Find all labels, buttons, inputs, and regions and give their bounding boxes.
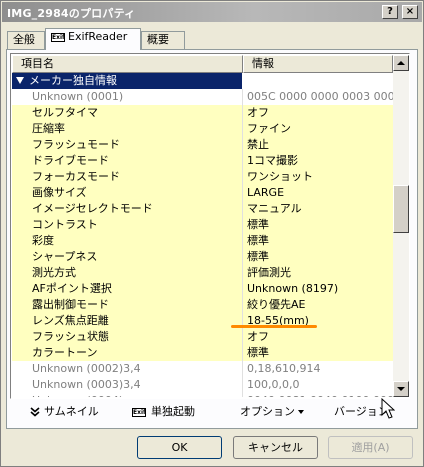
row-item-value: 100,0,0,0 <box>242 377 393 393</box>
table-row[interactable]: フラッシュモード 禁止 <box>12 137 393 153</box>
table-row[interactable]: Unknown (0004)0040 0081 0040 0100 0000 <box>12 393 393 397</box>
table-row[interactable]: フォーカスモード ワンショット <box>12 169 393 185</box>
ok-button[interactable]: OK <box>137 436 222 459</box>
row-item-name: フラッシュ状態 <box>32 330 109 343</box>
vertical-scrollbar[interactable] <box>393 55 409 397</box>
row-item-name: 画像サイズ <box>32 186 87 199</box>
exif-list[interactable]: 項目名 情報 メーカー独自情報 Unknown (0001) 005C 0000 … <box>10 53 410 399</box>
table-row[interactable]: 露出制御モード 絞り優先AE <box>12 297 393 313</box>
row-item-value: 005C 0000 0000 0003 0000... <box>242 89 393 105</box>
arrow-up-icon <box>397 61 405 65</box>
table-row[interactable]: ドライブモード 1コマ撮影 <box>12 153 393 169</box>
double-chevron-down-icon <box>30 407 40 417</box>
table-row[interactable]: レンズ焦点距離 18-55(mm) <box>12 313 393 329</box>
mouse-cursor-icon <box>381 398 395 419</box>
cancel-button[interactable]: キャンセル <box>233 436 318 459</box>
title-bar[interactable]: IMG_2984のプロパティ ? × <box>2 2 422 22</box>
row-item-value: ワンショット <box>242 169 393 185</box>
row-item-value: マニュアル <box>242 201 393 217</box>
row-item-value: 評価測光 <box>242 265 393 281</box>
exif-small-icon: Exif <box>132 407 146 417</box>
standalone-button[interactable]: Exif 単独起動 <box>132 403 195 421</box>
row-item-value: 1コマ撮影 <box>242 153 393 169</box>
tab-summary-label: 概要 <box>147 33 169 46</box>
row-item-name: カラートーン <box>32 346 98 359</box>
table-row[interactable]: フラッシュ状態 オフ <box>12 329 393 345</box>
row-item-value: 標準 <box>242 217 393 233</box>
arrow-down-icon <box>397 387 405 391</box>
collapse-triangle-icon[interactable] <box>16 77 24 84</box>
scroll-down-button[interactable] <box>393 381 409 397</box>
bottom-toolbar: サムネイル Exif 単独起動 オプション バージョン <box>10 400 410 422</box>
standalone-label: 単独起動 <box>151 405 195 418</box>
tab-exifreader[interactable]: Exif ExifReader <box>45 28 141 50</box>
row-item-name: イメージセレクトモード <box>32 202 153 215</box>
table-row[interactable]: 圧縮率 ファイン <box>12 121 393 137</box>
section-row[interactable]: メーカー独自情報 <box>12 73 393 89</box>
row-item-value: 禁止 <box>242 137 393 153</box>
row-item-value: 標準 <box>242 249 393 265</box>
help-button[interactable]: ? <box>382 5 398 19</box>
section-label: メーカー独自情報 <box>29 74 117 87</box>
row-item-name: セルフタイマ <box>32 106 98 119</box>
row-item-name: コントラスト <box>32 218 98 231</box>
column-header-info[interactable]: 情報 <box>243 55 393 73</box>
table-row[interactable]: 測光方式 評価測光 <box>12 265 393 281</box>
table-row[interactable]: Unknown (0003)3,4 100,0,0,0 <box>12 377 393 393</box>
row-item-value: 0,18,610,914 <box>242 361 393 377</box>
row-item-value: 標準 <box>242 345 393 361</box>
row-item-name: Unknown (0003)3,4 <box>32 378 141 391</box>
row-item-name: 彩度 <box>32 234 54 247</box>
tab-summary[interactable]: 概要 <box>141 31 185 49</box>
scroll-thumb[interactable] <box>393 185 409 233</box>
row-item-value: 標準 <box>242 233 393 249</box>
row-item-name: AFポイント選択 <box>32 282 112 295</box>
row-item-name: ドライブモード <box>32 154 109 167</box>
tab-exifreader-label: ExifReader <box>68 30 128 43</box>
dropdown-arrow-icon <box>298 410 304 414</box>
close-button[interactable]: × <box>402 5 418 19</box>
table-row[interactable]: 彩度 標準 <box>12 233 393 249</box>
row-item-name: Unknown (0001) <box>32 90 124 103</box>
table-row[interactable]: イメージセレクトモード マニュアル <box>12 201 393 217</box>
options-label: オプション <box>240 405 295 418</box>
tab-general[interactable]: 全般 <box>7 31 45 49</box>
exif-icon: Exif <box>51 32 65 42</box>
row-item-name: 測光方式 <box>32 266 76 279</box>
table-row[interactable]: カラートーン 標準 <box>12 345 393 361</box>
row-item-name: Unknown (0004) <box>12 393 242 397</box>
row-item-value: 0040 0081 0040 0100 0000 <box>242 393 393 397</box>
row-item-value: 絞り優先AE <box>242 297 393 313</box>
table-row[interactable]: AFポイント選択 Unknown (8197) <box>12 281 393 297</box>
tab-general-label: 全般 <box>13 33 35 46</box>
row-item-value: LARGE <box>242 185 393 201</box>
row-item-name: 圧縮率 <box>32 122 65 135</box>
apply-button[interactable]: 適用(A) <box>328 436 413 459</box>
table-row[interactable]: Unknown (0002)3,4 0,18,610,914 <box>12 361 393 377</box>
row-item-name: レンズ焦点距離 <box>32 314 109 327</box>
window-title: IMG_2984のプロパティ <box>7 7 136 20</box>
options-dropdown[interactable]: オプション <box>240 403 304 421</box>
row-item-value: ファイン <box>242 121 393 137</box>
table-row[interactable]: コントラスト 標準 <box>12 217 393 233</box>
scroll-up-button[interactable] <box>393 55 409 71</box>
row-item-name: シャープネス <box>32 250 98 263</box>
thumbnail-label: サムネイル <box>44 405 99 418</box>
table-row[interactable]: セルフタイマ オフ <box>12 105 393 121</box>
row-item-name: フォーカスモード <box>32 170 120 183</box>
table-row[interactable]: Unknown (0001) 005C 0000 0000 0003 0000..… <box>12 89 393 105</box>
thumbnail-button[interactable]: サムネイル <box>30 403 99 421</box>
annotation-underline <box>231 325 317 328</box>
row-item-name: 露出制御モード <box>32 298 109 311</box>
column-header-name[interactable]: 項目名 <box>12 55 243 73</box>
list-rows: メーカー独自情報 Unknown (0001) 005C 0000 0000 00… <box>12 73 393 397</box>
table-row[interactable]: シャープネス 標準 <box>12 249 393 265</box>
row-item-name: フラッシュモード <box>32 138 120 151</box>
row-item-name: Unknown (0002)3,4 <box>32 362 141 375</box>
row-item-value: オフ <box>242 105 393 121</box>
row-item-value: オフ <box>242 329 393 345</box>
table-row[interactable]: 画像サイズ LARGE <box>12 185 393 201</box>
row-item-value: Unknown (8197) <box>242 281 393 297</box>
